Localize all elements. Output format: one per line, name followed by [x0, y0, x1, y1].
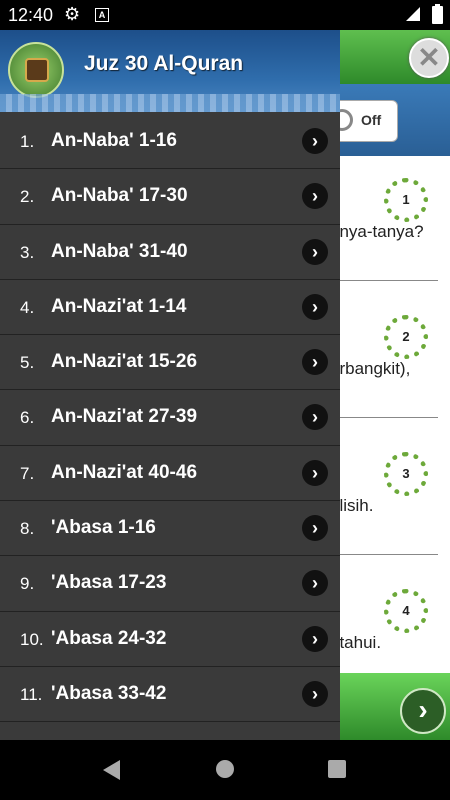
drawer-header: Juz 30 Al-Quran — [0, 30, 340, 112]
item-label: An-Nazi'at 27-39 — [51, 406, 198, 428]
signal-icon — [406, 7, 420, 21]
surah-list: 1. An-Naba' 1-16 › 2. An-Naba' 17-30 › 3. An-… — [0, 114, 340, 723]
list-item[interactable]: 2. An-Naba' 17-30 › — [0, 169, 340, 225]
item-number: 4. — [20, 297, 35, 317]
chevron-right-icon: › — [302, 515, 328, 542]
item-number: 9. — [20, 574, 35, 594]
list-item[interactable]: 11. 'Abasa 33-42 › — [0, 667, 340, 723]
verse-number-badge: 3 — [384, 452, 428, 496]
chevron-right-icon: › — [302, 570, 328, 597]
item-label: 'Abasa 33-42 — [51, 682, 167, 704]
recents-icon[interactable] — [328, 760, 346, 778]
decorative-strip — [0, 94, 340, 112]
divider — [330, 554, 438, 555]
chevron-right-icon: › — [302, 459, 328, 486]
item-label: An-Naba' 17-30 — [51, 185, 188, 207]
navigation-drawer: Juz 30 Al-Quran 1. An-Naba' 1-16 › 2. An-Na… — [0, 30, 340, 740]
verse-number-badge: 4 — [384, 589, 428, 633]
list-item[interactable]: 1. An-Naba' 1-16 › — [0, 114, 340, 170]
verse-number-badge: 2 — [384, 315, 428, 359]
item-number: 3. — [20, 242, 35, 262]
chevron-right-icon: › — [302, 293, 328, 320]
verse-text: anya-tanya? — [330, 222, 424, 241]
toggle-label: Off — [361, 112, 382, 128]
status-time: 12:40 — [8, 5, 54, 25]
item-number: 5. — [20, 353, 35, 373]
divider — [330, 280, 438, 281]
item-number: 10. — [20, 629, 44, 649]
verse-text: erbangkit), — [330, 359, 411, 378]
item-number: 8. — [20, 519, 35, 539]
item-label: 'Abasa 24-32 — [51, 627, 167, 649]
chevron-right-icon: › — [302, 404, 328, 431]
home-icon[interactable] — [216, 760, 234, 778]
gear-icon: ⚙ — [64, 4, 81, 24]
next-button[interactable]: › — [400, 688, 446, 734]
chevron-right-icon: › — [302, 128, 328, 154]
item-number: 1. — [20, 132, 35, 151]
close-button[interactable]: ✕ — [409, 38, 449, 78]
a-box-icon: A — [95, 8, 109, 22]
chevron-right-icon: › — [302, 625, 328, 652]
list-item[interactable]: 8. 'Abasa 1-16 › — [0, 501, 340, 557]
list-item[interactable]: 10. 'Abasa 24-32 › — [0, 612, 340, 667]
verse-number-badge: 1 — [384, 178, 428, 222]
quran-logo-icon — [8, 42, 64, 98]
item-label: 'Abasa 17-23 — [51, 572, 167, 594]
chevron-right-icon: › — [302, 349, 328, 376]
divider — [330, 417, 438, 418]
app-title: Juz 30 Al-Quran — [84, 52, 244, 75]
back-icon[interactable] — [103, 760, 120, 780]
list-item[interactable]: 6. An-Nazi'at 27-39 › — [0, 390, 340, 446]
list-item[interactable]: 7. An-Nazi'at 40-46 › — [0, 446, 340, 502]
item-label: An-Naba' 31-40 — [51, 240, 188, 262]
item-number: 2. — [20, 187, 35, 207]
list-item[interactable]: 4. An-Nazi'at 1-14 › — [0, 280, 340, 336]
chevron-right-icon: › — [302, 680, 328, 707]
system-nav-bar — [0, 740, 450, 800]
item-number: 11. — [20, 684, 43, 704]
list-item[interactable]: 3. An-Naba' 31-40 › — [0, 225, 340, 280]
item-label: An-Nazi'at 40-46 — [51, 461, 198, 483]
item-number: 6. — [20, 408, 35, 428]
chevron-right-icon: › — [302, 238, 328, 265]
item-label: An-Naba' 1-16 — [51, 130, 177, 151]
item-label: An-Nazi'at 15-26 — [51, 351, 198, 373]
status-bar: 12:40 ⚙ A — [0, 0, 450, 30]
item-number: 7. — [20, 463, 35, 483]
chevron-right-icon: › — [302, 183, 328, 210]
item-label: 'Abasa 1-16 — [51, 517, 156, 539]
item-label: An-Nazi'at 1-14 — [51, 295, 187, 317]
list-item[interactable]: 9. 'Abasa 17-23 › — [0, 556, 340, 612]
battery-charging-icon — [432, 4, 443, 24]
list-item[interactable]: 5. An-Nazi'at 15-26 › — [0, 335, 340, 391]
